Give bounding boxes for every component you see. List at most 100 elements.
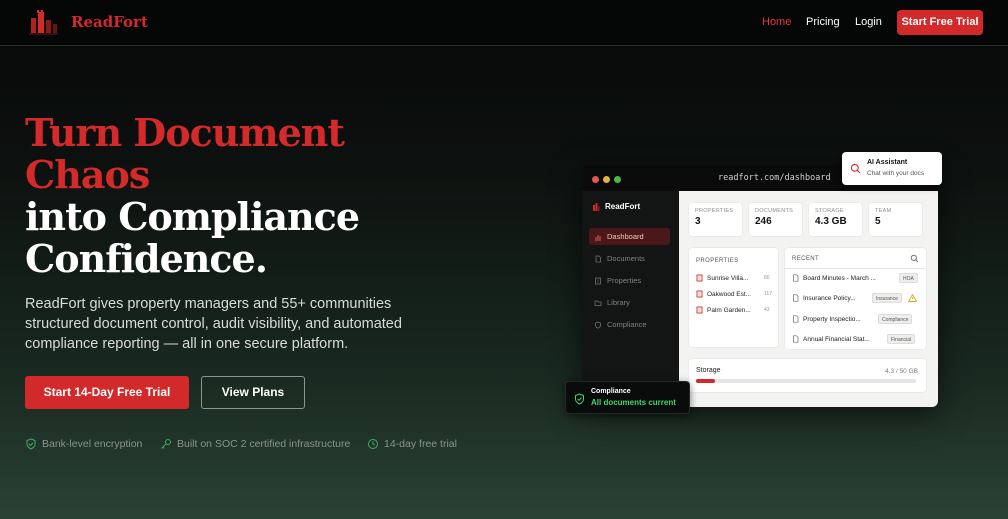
sidebar-item-properties[interactable]: Properties xyxy=(589,272,670,289)
stat-label: STORAGE xyxy=(815,208,844,214)
hero-subtitle: ReadFort gives property managers and 55+… xyxy=(25,296,402,352)
sidebar-item-label: Compliance xyxy=(607,320,647,329)
close-dot-icon xyxy=(592,176,599,183)
compliance-card-title: Compliance xyxy=(591,388,631,395)
trust-item-free-trial: 14-day free trial xyxy=(367,438,457,450)
document-icon xyxy=(793,274,799,282)
property-item[interactable]: Palm Garden... 43 xyxy=(696,306,776,314)
stat-card-team: TEAM 5 xyxy=(869,203,922,236)
doc-tag: Financial xyxy=(887,334,916,344)
maximize-dot-icon xyxy=(614,176,621,183)
recent-doc-item[interactable]: Board Minutes - March ... xyxy=(792,274,876,282)
start-free-trial-button[interactable]: Start Free Trial xyxy=(897,10,983,35)
trust-item-encryption: Bank-level encryption xyxy=(25,438,142,450)
fort-logo-icon xyxy=(593,203,600,211)
storage-label: Storage xyxy=(696,367,721,374)
storage-panel: Storage 4.3 / 50 GB xyxy=(689,359,926,392)
mockup-brand-label: ReadFort xyxy=(605,202,641,211)
ai-assistant-card[interactable]: AI Assistant Chat with your docs xyxy=(842,152,942,185)
stat-value: 3 xyxy=(695,216,701,227)
sidebar-item-label: Documents xyxy=(607,254,645,263)
minimize-dot-icon xyxy=(603,176,610,183)
nav-link-login[interactable]: Login xyxy=(855,16,882,28)
sidebar-item-compliance[interactable]: Compliance xyxy=(589,316,670,333)
recent-doc-item[interactable]: Annual Financial Stat... xyxy=(792,335,870,343)
search-icon[interactable] xyxy=(910,254,919,263)
top-nav: ReadFort Home Pricing Login Start Free T… xyxy=(0,0,1008,46)
shield-icon xyxy=(26,438,36,450)
key-icon xyxy=(161,439,171,449)
sidebar-item-library[interactable]: Library xyxy=(589,294,670,311)
stat-card-properties: PROPERTIES 3 xyxy=(689,203,742,236)
doc-tag: Insurance xyxy=(872,293,902,303)
mockup-main: PROPERTIES 3 DOCUMENTS 246 STORAGE 4.3 G… xyxy=(679,191,938,407)
compliance-status-card: Compliance All documents current xyxy=(565,381,690,414)
dashboard-mockup: readfort.com/dashboard ReadFort Dashboar… xyxy=(582,165,938,407)
property-count: 86 xyxy=(764,275,770,281)
property-name: Palm Garden... xyxy=(707,306,751,314)
sidebar-item-documents[interactable]: Documents xyxy=(589,250,670,267)
recent-doc-name: Insurance Policy... xyxy=(803,294,856,302)
shield-check-icon xyxy=(575,393,584,405)
property-name: Oakwood Est... xyxy=(707,290,752,298)
trust-item-soc2: Built on SOC 2 certified infrastructure xyxy=(160,438,350,450)
stat-label: DOCUMENTS xyxy=(755,208,794,214)
ai-card-title: AI Assistant xyxy=(867,159,908,166)
chart-icon xyxy=(595,234,601,240)
building-icon xyxy=(595,277,601,284)
shield-icon xyxy=(595,321,601,329)
warning-icon xyxy=(908,294,917,302)
storage-progress-fill xyxy=(696,379,715,383)
panel-title: PROPERTIES xyxy=(696,258,739,264)
sidebar-item-label: Dashboard xyxy=(607,232,644,241)
nav-link-home[interactable]: Home xyxy=(762,16,791,28)
hero-title-line-2: Chaos xyxy=(25,152,150,197)
compliance-card-status: All documents current xyxy=(591,398,676,407)
clock-icon xyxy=(368,439,378,449)
start-14-day-trial-button[interactable]: Start 14-Day Free Trial xyxy=(25,376,189,409)
building-icon xyxy=(696,290,703,298)
storage-progress-bar xyxy=(696,379,916,383)
document-icon xyxy=(595,255,601,262)
doc-tag: Compliance xyxy=(878,314,913,324)
stat-card-storage: STORAGE 4.3 GB xyxy=(809,203,862,236)
storage-value: 4.3 / 50 GB xyxy=(885,368,918,375)
properties-panel: PROPERTIES Sunrise Villa... 86 Oakwood E… xyxy=(689,248,778,347)
stat-card-documents: DOCUMENTS 246 xyxy=(749,203,802,236)
view-plans-button[interactable]: View Plans xyxy=(201,376,305,409)
building-icon xyxy=(696,274,703,282)
property-item[interactable]: Sunrise Villa... 86 xyxy=(696,274,776,282)
sidebar-item-dashboard[interactable]: Dashboard xyxy=(589,228,670,245)
hero-title-line-1: Turn Document xyxy=(25,110,345,155)
trust-label: Bank-level encryption xyxy=(42,438,143,450)
mockup-sidebar: ReadFort Dashboard Documents Properties … xyxy=(582,191,679,407)
document-icon xyxy=(793,315,799,323)
fort-logo-icon[interactable] xyxy=(27,8,59,36)
brand-name[interactable]: ReadFort xyxy=(71,13,148,31)
hero-title-line-4: Confidence. xyxy=(25,236,268,281)
recent-doc-name: Property Inspectio... xyxy=(803,315,861,323)
stat-value: 4.3 GB xyxy=(815,216,847,227)
recent-doc-name: Annual Financial Stat... xyxy=(803,335,870,343)
stat-value: 5 xyxy=(875,216,881,227)
property-count: 43 xyxy=(764,307,770,313)
recent-doc-name: Board Minutes - March ... xyxy=(803,274,876,282)
property-item[interactable]: Oakwood Est... 117 xyxy=(696,290,776,298)
browser-url: readfort.com/dashboard xyxy=(718,173,831,183)
sidebar-item-label: Library xyxy=(607,298,630,307)
recent-doc-item[interactable]: Insurance Policy... xyxy=(792,294,856,302)
recent-doc-item[interactable]: Property Inspectio... xyxy=(792,315,861,323)
sidebar-item-label: Properties xyxy=(607,276,642,285)
document-icon xyxy=(793,294,799,302)
doc-tag: HOA xyxy=(899,273,918,283)
stat-label: TEAM xyxy=(875,208,892,214)
building-icon xyxy=(696,306,703,314)
hero-title-line-3: into Compliance xyxy=(25,194,360,239)
stat-label: PROPERTIES xyxy=(695,208,734,214)
property-count: 117 xyxy=(764,291,772,297)
document-icon xyxy=(793,335,799,343)
trust-label: 14-day free trial xyxy=(384,438,457,450)
recent-panel: RECENT Board Minutes - March ... HOA Ins… xyxy=(785,248,926,349)
nav-link-pricing[interactable]: Pricing xyxy=(806,16,840,28)
mockup-brand: ReadFort xyxy=(592,202,640,211)
